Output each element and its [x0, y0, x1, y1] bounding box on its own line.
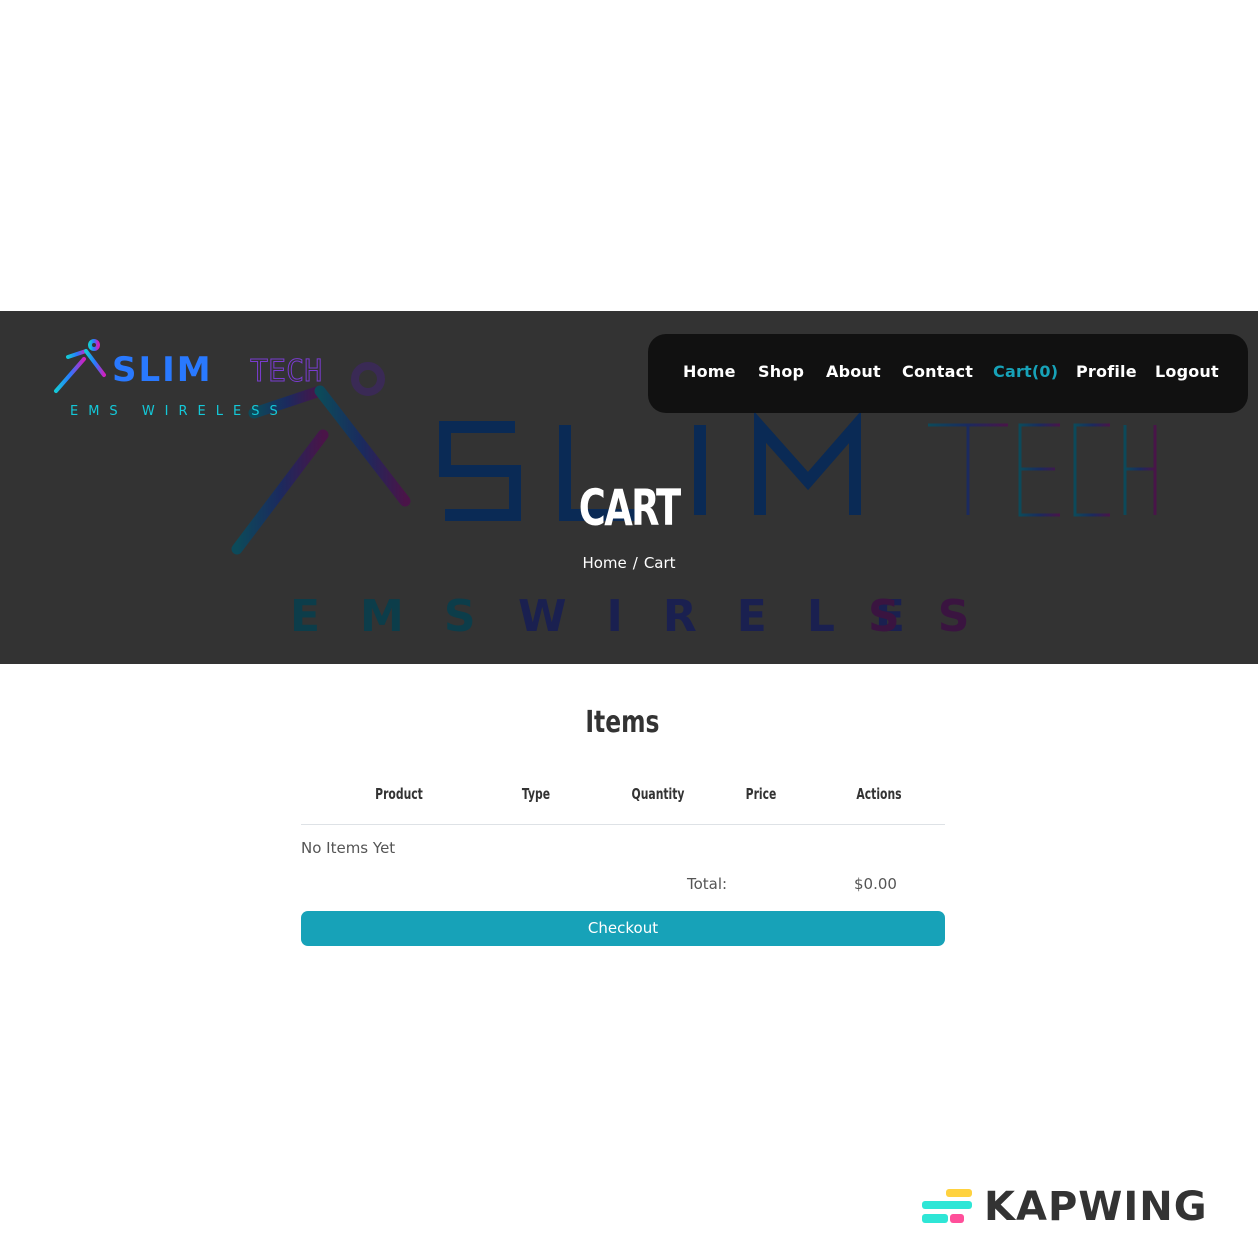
- breadcrumb-separator: /: [632, 554, 638, 572]
- column-header-product: Product: [375, 785, 423, 803]
- brand-name-accent: TECH: [250, 354, 322, 389]
- brand-name-main: SLIM: [112, 350, 213, 390]
- nav-shop[interactable]: Shop: [758, 362, 804, 384]
- breadcrumb-current: Cart: [643, 554, 676, 572]
- nav-logout[interactable]: Logout: [1155, 362, 1219, 384]
- brand-logo[interactable]: SLIM TECH EMS WIRELESS: [22, 339, 323, 421]
- kapwing-logo-icon: [922, 1189, 972, 1223]
- kapwing-watermark: KAPWING: [920, 1184, 1230, 1230]
- svg-text:EMS: EMS: [290, 591, 516, 642]
- page-title: CART: [578, 479, 681, 537]
- nav-profile[interactable]: Profile: [1076, 362, 1137, 384]
- nav-cart[interactable]: Cart(0): [993, 362, 1058, 384]
- column-header-actions: Actions: [856, 785, 902, 803]
- nav-about[interactable]: About: [826, 362, 881, 384]
- empty-cart-message: No Items Yet: [301, 839, 396, 857]
- nav-home[interactable]: Home: [683, 362, 736, 384]
- hero-banner: EMS WIRELE SS SLIM TECH EMS WIRELESS Hom…: [0, 311, 1258, 664]
- breadcrumb: Home / Cart: [0, 554, 1258, 572]
- cart-heading: Items: [585, 705, 660, 740]
- nav-contact[interactable]: Contact: [902, 362, 973, 384]
- total-value: $0.00: [854, 875, 897, 893]
- total-label: Total:: [687, 875, 728, 893]
- column-header-quantity: Quantity: [631, 785, 685, 803]
- table-divider: [301, 824, 945, 825]
- brand-tagline: EMS WIRELESS: [70, 404, 288, 419]
- main-nav: Home Shop About Contact Cart(0) Profile …: [648, 334, 1248, 413]
- svg-text:SS: SS: [868, 591, 1009, 642]
- column-header-type: Type: [521, 785, 551, 803]
- kapwing-wordmark: KAPWING: [984, 1184, 1208, 1230]
- checkout-button[interactable]: Checkout: [301, 911, 945, 946]
- breadcrumb-home[interactable]: Home: [582, 554, 626, 572]
- column-header-price: Price: [745, 785, 777, 803]
